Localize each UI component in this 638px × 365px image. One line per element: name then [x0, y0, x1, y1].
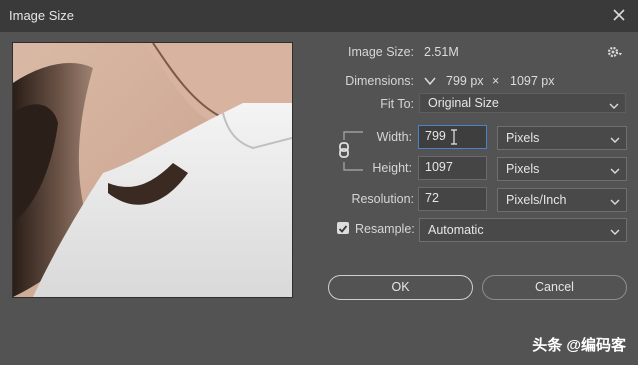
image-size-value: 2.51M	[424, 45, 459, 59]
dimensions-label: Dimensions:	[345, 74, 414, 88]
dimensions-separator: ×	[492, 74, 500, 88]
title-bar: Image Size	[0, 0, 638, 32]
chevron-down-icon	[610, 164, 620, 178]
fit-to-select[interactable]: Original Size	[419, 93, 626, 113]
fit-to-value: Original Size	[428, 96, 499, 110]
width-unit-select[interactable]: Pixels	[497, 126, 627, 150]
dimensions-toggle-icon[interactable]	[423, 74, 437, 92]
text-cursor-icon	[450, 129, 458, 148]
constrain-proportions-icon[interactable]	[336, 128, 364, 179]
width-unit-value: Pixels	[506, 131, 540, 145]
resample-value: Automatic	[428, 223, 484, 237]
close-icon[interactable]	[608, 4, 630, 26]
height-unit-value: Pixels	[506, 162, 540, 176]
ok-button[interactable]: OK	[328, 275, 473, 300]
dimensions-width: 799 px	[446, 74, 484, 88]
resample-select[interactable]: Automatic	[419, 218, 627, 242]
resample-label: Resample:	[355, 222, 415, 236]
watermark: 头条 @编码客	[532, 334, 626, 355]
resolution-input[interactable]: 72	[418, 187, 487, 211]
height-value: 1097	[425, 160, 453, 174]
dimensions-height: 1097 px	[510, 74, 555, 88]
chevron-down-icon	[610, 225, 620, 239]
resolution-value: 72	[425, 191, 439, 205]
watermark-text: 头条 @编码客	[532, 337, 626, 354]
resample-checkbox[interactable]	[337, 222, 349, 234]
width-label: Width:	[376, 130, 412, 144]
resolution-unit-select[interactable]: Pixels/Inch	[497, 188, 627, 212]
checkbox-check-icon	[338, 225, 348, 233]
image-preview[interactable]	[12, 42, 293, 298]
cancel-button[interactable]: Cancel	[482, 275, 627, 300]
fit-to-label: Fit To:	[380, 97, 414, 111]
resolution-unit-value: Pixels/Inch	[506, 193, 567, 207]
gear-icon[interactable]	[607, 45, 623, 64]
window-title: Image Size	[9, 8, 75, 23]
height-label: Height:	[372, 161, 412, 175]
width-input[interactable]: 799	[418, 125, 487, 149]
width-value: 799	[425, 129, 446, 143]
chevron-down-icon	[610, 133, 620, 147]
image-size-label: Image Size:	[347, 45, 414, 59]
height-unit-select[interactable]: Pixels	[497, 157, 627, 181]
resolution-label: Resolution:	[351, 192, 414, 206]
height-input[interactable]: 1097	[418, 156, 487, 180]
chevron-down-icon	[610, 195, 620, 209]
chevron-down-icon	[609, 99, 619, 113]
